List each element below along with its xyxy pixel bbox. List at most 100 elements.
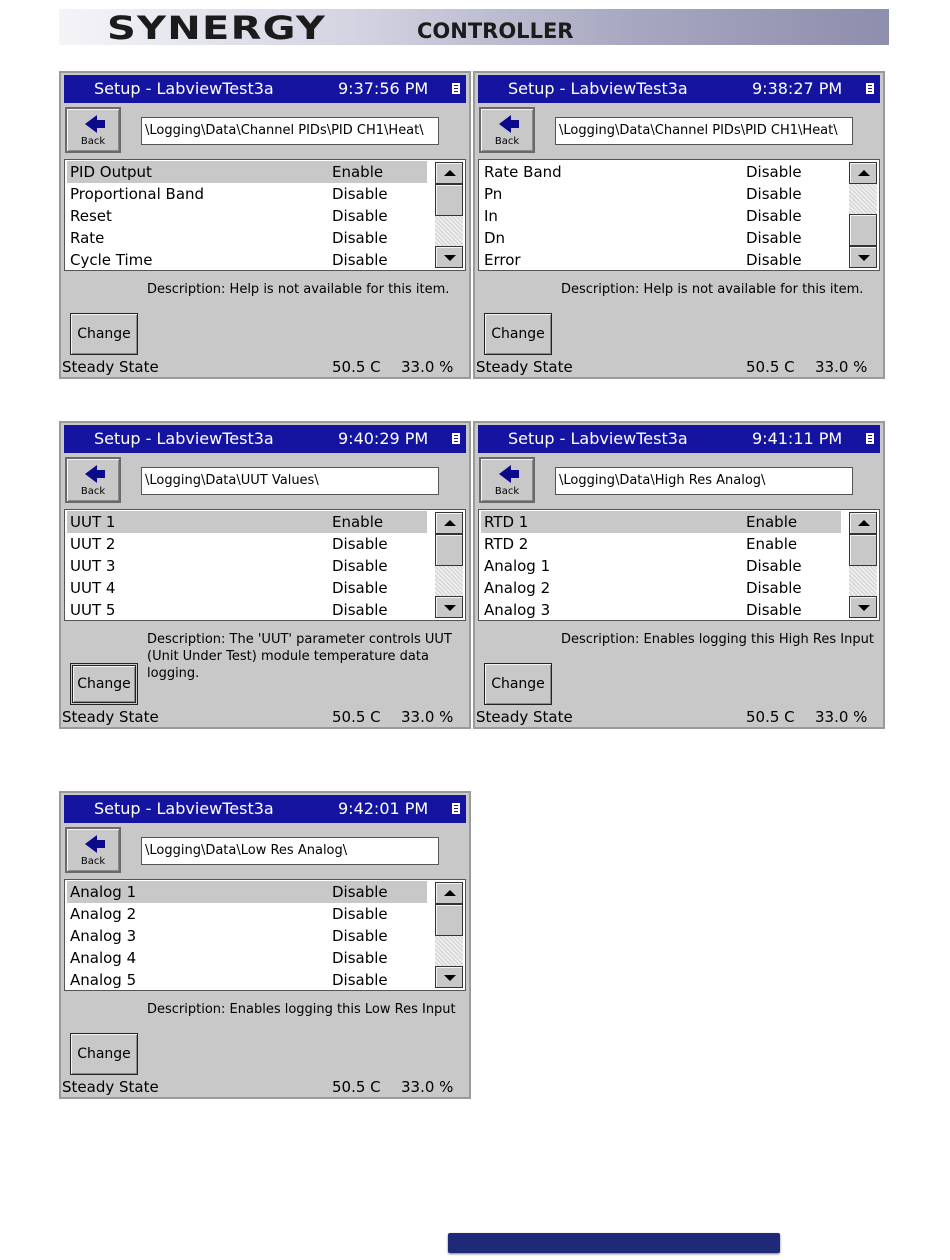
item-name: UUT 4	[70, 579, 116, 597]
status-bar: Steady State 50.5 C 33.0 %	[62, 1076, 466, 1097]
back-arrow-tail	[97, 470, 105, 478]
settings-list: UUT 1 Enable UUT 2 Disable UUT 3 Disable…	[64, 509, 466, 621]
scrollbar[interactable]	[435, 162, 463, 268]
list-item[interactable]: Analog 4 Disable	[67, 947, 427, 969]
scroll-thumb[interactable]	[435, 184, 463, 216]
setup-window-2: Setup - LabviewTest3a 9:38:27 PM Back \L…	[473, 71, 885, 379]
menu-icon[interactable]	[452, 433, 460, 444]
list-item[interactable]: Analog 3 Disable	[67, 925, 427, 947]
item-state: Disable	[332, 251, 388, 269]
description-text: Description: The 'UUT' parameter control…	[147, 632, 452, 681]
list-item[interactable]: UUT 2 Disable	[67, 533, 427, 555]
path-field[interactable]: \Logging\Data\Channel PIDs\PID CH1\Heat\	[555, 117, 853, 145]
change-button[interactable]: Change	[70, 663, 138, 705]
scroll-down-icon[interactable]	[849, 246, 877, 268]
scrollbar[interactable]	[435, 512, 463, 618]
list-item[interactable]: Analog 2 Disable	[67, 903, 427, 925]
back-label: Back	[80, 136, 106, 147]
scrollbar[interactable]	[435, 882, 463, 988]
scroll-up-icon[interactable]	[435, 882, 463, 904]
clock: 9:37:56 PM	[338, 79, 429, 98]
path-field[interactable]: \Logging\Data\High Res Analog\	[555, 467, 853, 495]
list-item[interactable]: Cycle Time Disable	[67, 249, 427, 271]
status-text: Steady State	[476, 708, 573, 726]
back-arrow-tail	[511, 120, 519, 128]
scroll-down-icon[interactable]	[435, 246, 463, 268]
back-button[interactable]: Back	[65, 827, 121, 873]
item-name: Analog 2	[70, 905, 137, 923]
path-field[interactable]: \Logging\Data\UUT Values\	[141, 467, 439, 495]
path-field[interactable]: \Logging\Data\Low Res Analog\	[141, 837, 439, 865]
list-item[interactable]: RTD 2 Enable	[481, 533, 841, 555]
scroll-down-icon[interactable]	[849, 596, 877, 618]
scroll-down-icon[interactable]	[435, 596, 463, 618]
list-item[interactable]: UUT 5 Disable	[67, 599, 427, 621]
status-bar: Steady State 50.5 C 33.0 %	[62, 706, 466, 727]
list-item[interactable]: PID Output Enable	[67, 161, 427, 183]
list-item[interactable]: Rate Disable	[67, 227, 427, 249]
status-text: Steady State	[62, 358, 159, 376]
scroll-thumb[interactable]	[849, 214, 877, 246]
scroll-thumb[interactable]	[435, 534, 463, 566]
scroll-thumb[interactable]	[849, 534, 877, 566]
back-button[interactable]: Back	[479, 107, 535, 153]
back-button[interactable]: Back	[65, 107, 121, 153]
item-state: Enable	[332, 163, 384, 181]
item-state: Disable	[746, 207, 802, 225]
change-button[interactable]: Change	[484, 313, 552, 355]
item-name: Cycle Time	[70, 251, 153, 269]
list-item[interactable]: Rate Band Disable	[481, 161, 841, 183]
scrollbar[interactable]	[849, 162, 877, 268]
path-field[interactable]: \Logging\Data\Channel PIDs\PID CH1\Heat\	[141, 117, 439, 145]
item-state: Disable	[332, 557, 388, 575]
clock: 9:41:11 PM	[752, 429, 843, 448]
back-button[interactable]: Back	[65, 457, 121, 503]
change-button[interactable]: Change	[70, 1033, 138, 1075]
item-state: Disable	[746, 579, 802, 597]
scroll-up-icon[interactable]	[435, 162, 463, 184]
list-item[interactable]: Analog 2 Disable	[481, 577, 841, 599]
scroll-up-icon[interactable]	[435, 512, 463, 534]
scrollbar[interactable]	[849, 512, 877, 618]
list-item[interactable]: Analog 1 Disable	[67, 881, 427, 903]
description-text: Description: Help is not available for t…	[147, 282, 450, 297]
status-text: Steady State	[62, 1078, 159, 1096]
menu-icon[interactable]	[452, 83, 460, 94]
list-item[interactable]: Analog 3 Disable	[481, 599, 841, 621]
list-item[interactable]: Analog 1 Disable	[481, 555, 841, 577]
list-item[interactable]: Reset Disable	[67, 205, 427, 227]
change-button[interactable]: Change	[484, 663, 552, 705]
window-title: Setup - LabviewTest3a	[508, 429, 688, 448]
percent-value: 33.0 %	[401, 1078, 454, 1096]
change-button[interactable]: Change	[70, 313, 138, 355]
list-item[interactable]: Analog 5 Disable	[67, 969, 427, 991]
list-item[interactable]: Error Disable	[481, 249, 841, 271]
list-item[interactable]: UUT 3 Disable	[67, 555, 427, 577]
scroll-down-icon[interactable]	[435, 966, 463, 988]
back-arrow-icon	[85, 835, 97, 853]
list-item[interactable]: UUT 1 Enable	[67, 511, 427, 533]
scroll-up-icon[interactable]	[849, 512, 877, 534]
list-item[interactable]: UUT 4 Disable	[67, 577, 427, 599]
list-item[interactable]: RTD 1 Enable	[481, 511, 841, 533]
scroll-thumb[interactable]	[435, 904, 463, 936]
item-name: Proportional Band	[70, 185, 205, 203]
back-arrow-tail	[97, 120, 105, 128]
item-state: Disable	[332, 971, 388, 989]
scroll-up-icon[interactable]	[849, 162, 877, 184]
item-state: Enable	[746, 513, 798, 531]
menu-icon[interactable]	[452, 803, 460, 814]
list-item[interactable]: Pn Disable	[481, 183, 841, 205]
list-item[interactable]: Proportional Band Disable	[67, 183, 427, 205]
percent-value: 33.0 %	[815, 708, 868, 726]
item-name: UUT 2	[70, 535, 116, 553]
back-arrow-icon	[499, 115, 511, 133]
list-item[interactable]: Dn Disable	[481, 227, 841, 249]
item-state: Disable	[746, 251, 802, 269]
menu-icon[interactable]	[866, 433, 874, 444]
item-state: Disable	[332, 229, 388, 247]
list-item[interactable]: In Disable	[481, 205, 841, 227]
menu-icon[interactable]	[866, 83, 874, 94]
item-state: Disable	[746, 185, 802, 203]
back-button[interactable]: Back	[479, 457, 535, 503]
